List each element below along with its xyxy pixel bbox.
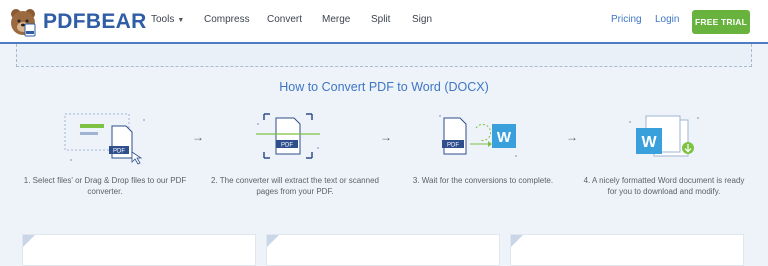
pdf-label: PDF [281,143,293,149]
feature-card [266,234,500,266]
nav-sign[interactable]: Sign [412,14,432,25]
arrow-right-icon: → [380,130,392,144]
nav-tools-label: Tools [151,14,175,25]
pdf-to-word-icon: PDF W [439,115,517,157]
file-dropzone[interactable] [16,44,752,67]
nav-tools-menu[interactable]: Tools ▼ [151,14,184,25]
how-to-title: How to Convert PDF to Word (DOCX) [279,80,489,94]
bear-logo-icon [11,9,36,37]
step-1-text: 1. Select files' or Drag & Drop files to… [23,176,187,196]
word-label: W [641,134,657,151]
feature-card [22,234,256,266]
card-corner-decoration [267,235,279,247]
word-document-download-icon: W [629,115,699,157]
brand-name: PDFBEAR [43,10,147,33]
nav-split[interactable]: Split [371,14,390,25]
card-corner-decoration [511,235,523,247]
nav-compress[interactable]: Compress [204,14,250,25]
nav-pricing[interactable]: Pricing [611,14,642,25]
upload-files-icon: PDF [64,113,145,165]
top-navigation: PDFBEAR Tools ▼ Compress Convert Merge Sp… [0,0,768,44]
caret-down-icon: ▼ [177,17,185,24]
nav-merge[interactable]: Merge [322,14,350,25]
card-corner-decoration [23,235,35,247]
arrow-right-icon: → [566,130,578,144]
nav-convert[interactable]: Convert [267,14,302,25]
pdf-label: PDF [447,143,459,149]
free-trial-button[interactable]: FREE TRIAL [692,10,750,34]
feature-card [510,234,744,266]
step-3-text: 3. Wait for the conversions to complete. [412,176,554,185]
step-2-text: 2. The converter will extract the text o… [211,176,379,196]
pdf-label: PDF [113,149,125,155]
logo[interactable]: PDFBEAR [8,4,147,40]
step-4-text: 4. A nicely formatted Word document is r… [583,176,745,196]
nav-login[interactable]: Login [655,14,679,25]
pdf-extract-icon: PDF [256,113,320,159]
arrow-right-icon: → [192,130,204,144]
word-label: W [497,129,512,146]
